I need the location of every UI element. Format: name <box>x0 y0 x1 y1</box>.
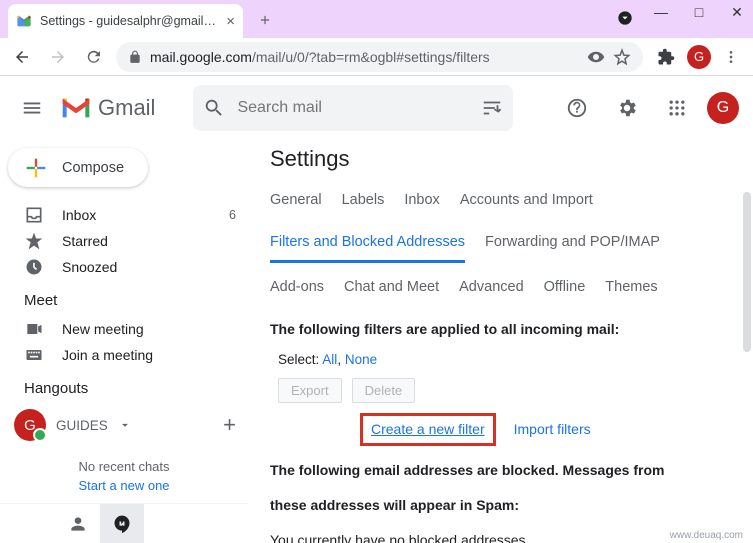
settings-button[interactable] <box>607 88 647 128</box>
sidebar-item-inbox[interactable]: Inbox 6 <box>0 201 248 227</box>
chrome-menu-icon[interactable] <box>723 49 739 65</box>
select-none-link[interactable]: None <box>345 352 377 367</box>
tab-offline[interactable]: Offline <box>544 273 586 305</box>
inbox-icon <box>24 205 44 225</box>
select-label: Select: <box>278 352 319 367</box>
eye-icon[interactable] <box>587 48 605 66</box>
hangouts-avatar: G <box>14 409 46 441</box>
sidebar-item-starred[interactable]: Starred <box>0 228 248 254</box>
close-tab-icon[interactable]: × <box>226 13 235 30</box>
gmail-favicon <box>16 13 32 29</box>
tab-advanced[interactable]: Advanced <box>459 273 524 305</box>
close-window-button[interactable]: ✕ <box>729 4 745 21</box>
tab-addons[interactable]: Add-ons <box>270 273 324 305</box>
scrollbar[interactable] <box>743 192 751 352</box>
star-icon <box>24 231 44 251</box>
url-text: mail.google.com/mail/u/0/?tab=rm&ogbl#se… <box>150 49 579 65</box>
gmail-logo[interactable]: Gmail <box>60 95 155 121</box>
search-options-icon[interactable] <box>481 97 503 119</box>
star-icon[interactable] <box>613 48 631 66</box>
gmail-logo-icon <box>60 96 92 120</box>
watermark: www.deuaq.com <box>666 530 747 541</box>
lock-icon <box>128 50 142 64</box>
sidebar-item-snoozed[interactable]: Snoozed <box>0 254 248 280</box>
compose-plus-icon <box>22 154 50 182</box>
address-bar[interactable]: mail.google.com/mail/u/0/?tab=rm&ogbl#se… <box>116 42 643 72</box>
filters-heading: The following filters are applied to all… <box>270 319 735 340</box>
hangouts-section-title: Hangouts <box>0 368 248 403</box>
chevron-down-icon[interactable] <box>118 418 132 432</box>
blocked-heading-2: these addresses will appear in Spam: <box>270 495 735 516</box>
compose-label: Compose <box>62 160 124 176</box>
tab-general[interactable]: General <box>270 186 322 218</box>
tab-accounts[interactable]: Accounts and Import <box>460 186 593 218</box>
no-chats-text: No recent chats <box>0 447 248 474</box>
account-avatar[interactable]: G <box>707 92 739 124</box>
browser-tab[interactable]: Settings - guidesalphr@gmail.co × <box>8 4 243 38</box>
new-tab-button[interactable] <box>251 6 279 34</box>
select-all-link[interactable]: All <box>322 352 337 367</box>
join-meeting-button[interactable]: Join a meeting <box>0 342 248 368</box>
apps-button[interactable] <box>657 88 697 128</box>
minimize-button[interactable]: — <box>653 4 669 21</box>
compose-button[interactable]: Compose <box>8 148 148 187</box>
support-button[interactable] <box>557 88 597 128</box>
tab-inbox[interactable]: Inbox <box>404 186 439 218</box>
tab-title: Settings - guidesalphr@gmail.co <box>40 14 218 28</box>
delete-button[interactable]: Delete <box>352 378 416 403</box>
chrome-profile-icon[interactable] <box>617 10 633 26</box>
start-chat-link[interactable]: Start a new one <box>0 474 248 503</box>
clock-icon <box>24 257 44 277</box>
hangouts-tab[interactable] <box>100 504 144 543</box>
page-title: Settings <box>270 146 735 172</box>
search-box[interactable] <box>193 85 513 131</box>
create-filter-link[interactable]: Create a new filter <box>371 421 485 437</box>
person-icon <box>68 514 88 534</box>
blocked-heading-1: The following email addresses are blocke… <box>270 460 735 481</box>
maximize-button[interactable]: □ <box>691 4 707 21</box>
meet-section-title: Meet <box>0 280 248 315</box>
tab-labels[interactable]: Labels <box>342 186 385 218</box>
search-input[interactable] <box>237 99 469 117</box>
hangouts-user[interactable]: G GUIDES + <box>0 403 248 447</box>
reload-button[interactable] <box>80 43 108 71</box>
hangouts-name: GUIDES <box>56 418 108 433</box>
back-button[interactable] <box>8 43 36 71</box>
new-meeting-button[interactable]: New meeting <box>0 315 248 341</box>
create-filter-highlight: Create a new filter <box>360 413 496 446</box>
extensions-icon[interactable] <box>657 48 675 66</box>
tab-forwarding[interactable]: Forwarding and POP/IMAP <box>485 228 660 263</box>
export-button[interactable]: Export <box>278 378 342 403</box>
chrome-avatar[interactable]: G <box>687 45 711 69</box>
keyboard-icon <box>24 345 44 365</box>
tab-chat[interactable]: Chat and Meet <box>344 273 439 305</box>
tab-filters[interactable]: Filters and Blocked Addresses <box>270 228 465 263</box>
gmail-logo-text: Gmail <box>98 95 155 121</box>
hangouts-icon <box>112 514 132 534</box>
import-filters-link[interactable]: Import filters <box>514 419 591 440</box>
video-icon <box>24 319 44 339</box>
forward-button[interactable] <box>44 43 72 71</box>
hangouts-add-button[interactable]: + <box>223 412 236 438</box>
search-icon <box>203 97 225 119</box>
contacts-tab[interactable] <box>56 504 100 543</box>
tab-themes[interactable]: Themes <box>605 273 657 305</box>
main-menu-button[interactable] <box>12 88 52 128</box>
